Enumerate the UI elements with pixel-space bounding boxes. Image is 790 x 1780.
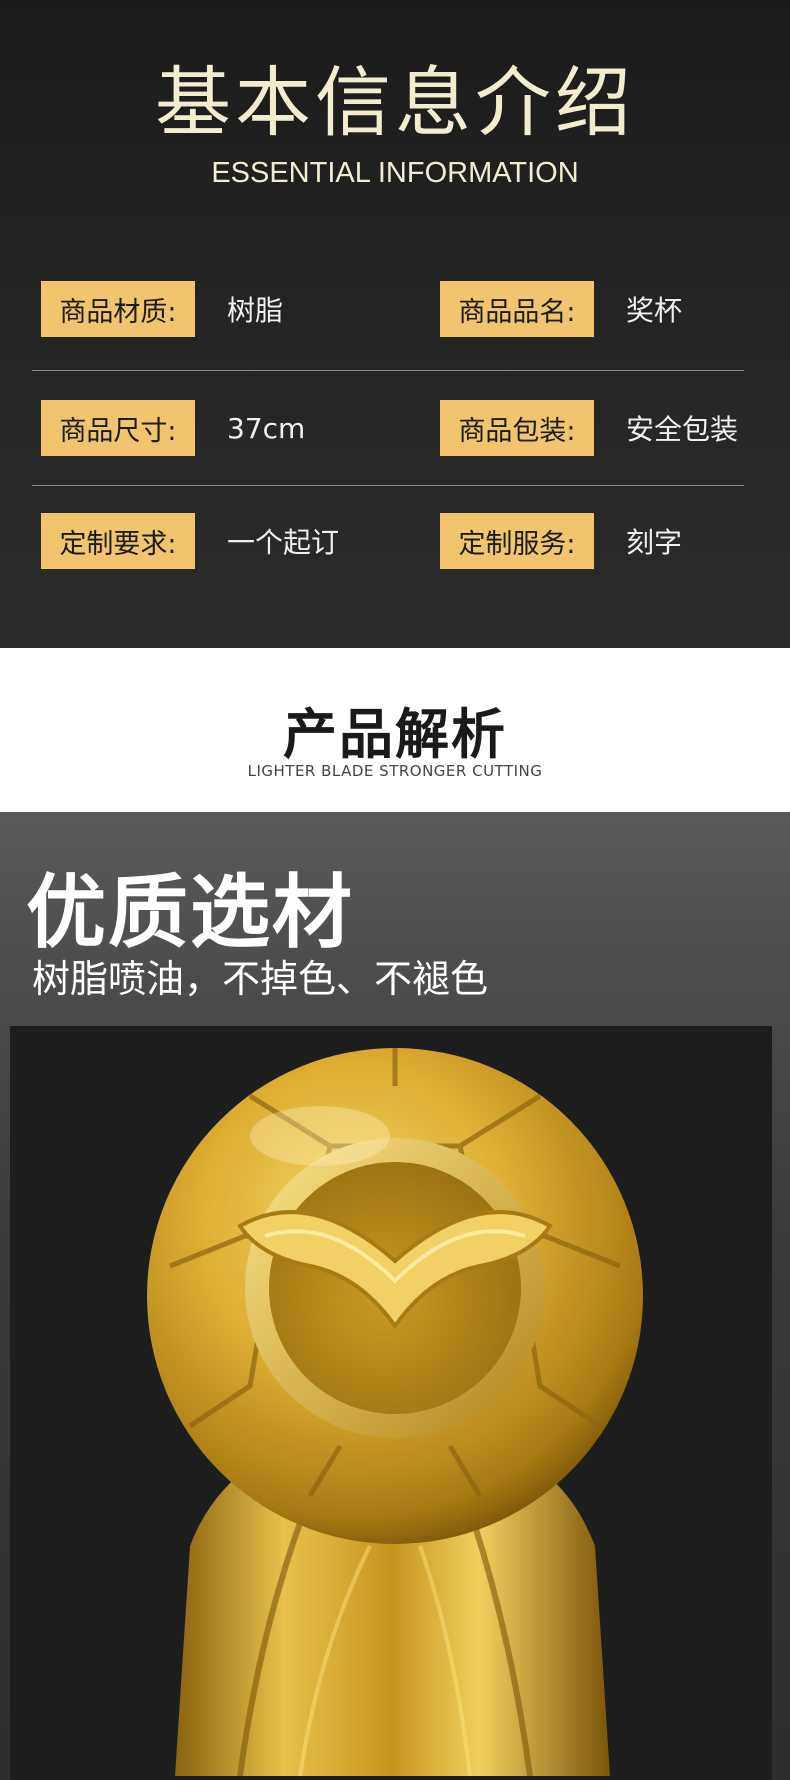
analysis-title: 产品解析 [283, 703, 507, 766]
material-section: 优质选材 树脂喷油，不掉色、不褪色 [0, 812, 790, 1780]
material-title: 优质选材 [26, 866, 354, 959]
info-value: 一个起订 [227, 526, 340, 559]
info-label: 定制服务: [440, 513, 594, 569]
info-label: 定制要求: [41, 513, 195, 569]
info-row: 商品材质: 树脂 商品品名: 奖杯 [32, 281, 744, 337]
product-analysis-section: 产品解析 LIGHTER BLADE STRONGER CUTTING [0, 648, 790, 812]
product-detail-page: 基本信息介绍 ESSENTIAL INFORMATION 商品材质: 树脂 商品… [0, 0, 790, 1780]
material-description: 树脂喷油，不掉色、不褪色 [32, 957, 489, 1001]
info-row: 定制要求: 一个起订 定制服务: 刻字 [32, 513, 744, 569]
info-value: 刻字 [626, 526, 683, 559]
golden-trophy-illustration [147, 1048, 643, 1777]
row-divider [32, 485, 744, 486]
basic-info-subtitle: ESSENTIAL INFORMATION [211, 157, 579, 189]
info-label: 商品品名: [440, 281, 594, 337]
row-divider [32, 370, 744, 371]
analysis-subtitle: LIGHTER BLADE STRONGER CUTTING [247, 762, 543, 780]
info-value: 安全包装 [626, 413, 739, 446]
basic-info-title: 基本信息介绍 [155, 58, 635, 147]
trophy-photo [10, 1026, 772, 1780]
info-row: 商品尺寸: 37cm 商品包装: 安全包装 [32, 400, 744, 456]
info-label: 商品包装: [440, 400, 594, 456]
info-label: 商品材质: [41, 281, 195, 337]
info-value: 奖杯 [626, 294, 683, 327]
info-value: 37cm [227, 411, 306, 445]
info-value: 树脂 [227, 294, 284, 327]
basic-info-section: 基本信息介绍 ESSENTIAL INFORMATION 商品材质: 树脂 商品… [0, 0, 790, 648]
info-label: 商品尺寸: [41, 400, 195, 456]
